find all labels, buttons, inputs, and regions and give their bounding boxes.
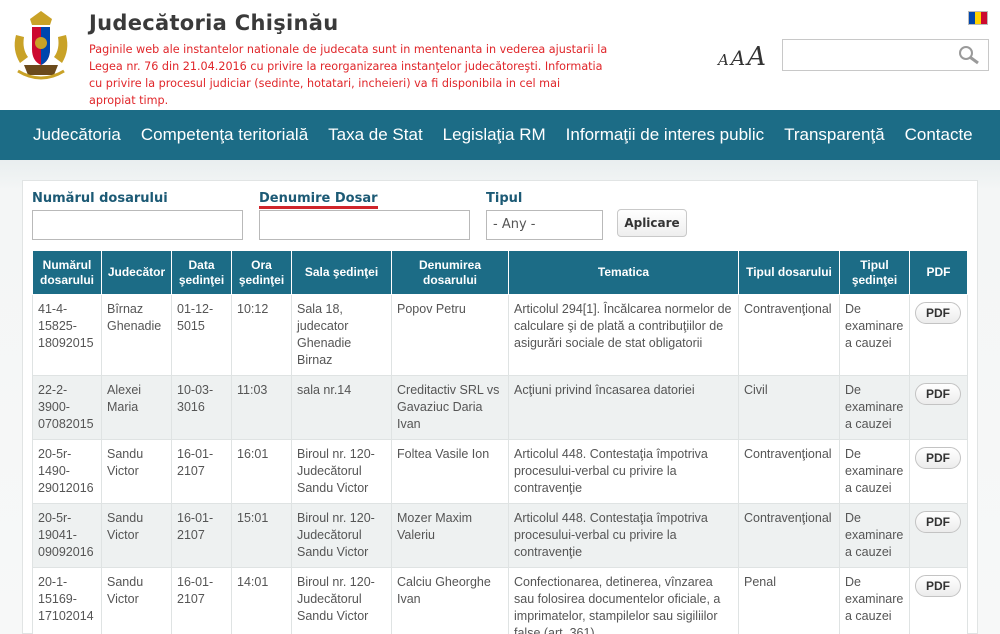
cell-time: 16:01 [231, 439, 292, 504]
cell-time: 10:12 [231, 294, 292, 376]
cell-session-type: De examinare a cauzei [839, 567, 910, 634]
cell-date: 16-01-2107 [171, 567, 232, 634]
table-row: 20-5r-1490-29012016 Sandu Victor 16-01-2… [32, 439, 968, 504]
cell-date: 16-01-2107 [171, 503, 232, 568]
cell-case-number: 22-2-3900-07082015 [32, 375, 102, 440]
cell-case-number: 41-4-15825-18092015 [32, 294, 102, 376]
search-icon[interactable] [958, 45, 980, 65]
table-row: 20-5r-19041-09092016 Sandu Victor 16-01-… [32, 503, 968, 568]
site-title[interactable]: Judecătoria Chişinău [89, 11, 339, 35]
font-size-large-button[interactable]: A [747, 42, 766, 72]
pdf-button[interactable]: PDF [915, 383, 961, 405]
cell-pdf: PDF [909, 567, 968, 634]
coat-of-arms-logo[interactable] [10, 5, 72, 87]
cell-date: 01-12-5015 [171, 294, 232, 376]
cell-topic: Acţiuni privind încasarea datoriei [508, 375, 739, 440]
cell-time: 11:03 [231, 375, 292, 440]
cell-date: 16-01-2107 [171, 439, 232, 504]
cell-pdf: PDF [909, 439, 968, 504]
nav-item-transparenta[interactable]: Transparenţă [784, 125, 884, 145]
nav-item-taxa-de-stat[interactable]: Taxa de Stat [328, 125, 423, 145]
cell-case-name: Creditactiv SRL vs Gavaziuc Daria Ivan [391, 375, 509, 440]
main-navigation: Judecătoria Competenţa teritorială Taxa … [0, 110, 1000, 160]
column-header-case-type[interactable]: Tipul dosarului [738, 250, 840, 295]
cell-room: Biroul nr. 120-Judecătorul Sandu Victor [291, 439, 392, 504]
cell-case-type: Civil [738, 375, 840, 440]
column-header-topic[interactable]: Tematica [508, 250, 739, 295]
pdf-button[interactable]: PDF [915, 302, 961, 324]
cell-case-type: Penal [738, 567, 840, 634]
column-header-judge[interactable]: Judecător [101, 250, 172, 295]
column-header-date[interactable]: Data şedinţei [171, 250, 232, 295]
cell-case-name: Mozer Maxim Valeriu [391, 503, 509, 568]
cell-judge: Bîrnaz Ghenadie [101, 294, 172, 376]
case-number-label: Numărul dosarului [32, 191, 168, 206]
column-header-time[interactable]: Ora şedinţei [231, 250, 292, 295]
cell-session-type: De examinare a cauzei [839, 294, 910, 376]
cell-topic: Articolul 448. Contestaţia împotriva pro… [508, 439, 739, 504]
column-header-room[interactable]: Sala şedinţei [291, 250, 392, 295]
nav-item-judecatoria[interactable]: Judecătoria [33, 125, 121, 145]
cell-judge: Sandu Victor [101, 439, 172, 504]
cell-case-type: Contravenţional [738, 439, 840, 504]
cell-session-type: De examinare a cauzei [839, 375, 910, 440]
cell-case-name: Calciu Gheorghe Ivan [391, 567, 509, 634]
type-select[interactable]: - Any - [486, 210, 603, 240]
column-header-case-number[interactable]: Numărul dosarului [32, 250, 102, 295]
cell-room: Sala 18, judecator Ghenadie Birnaz [291, 294, 392, 376]
cell-date: 10-03-3016 [171, 375, 232, 440]
type-label: Tipul [486, 191, 523, 206]
search-box [782, 39, 989, 71]
font-size-small-button[interactable]: A [718, 51, 729, 69]
cell-case-number: 20-1-15169-17102014 [32, 567, 102, 634]
nav-item-competenta[interactable]: Competenţa teritorială [141, 125, 308, 145]
nav-item-legislatia[interactable]: Legislaţia RM [443, 125, 546, 145]
cell-judge: Alexei Maria [101, 375, 172, 440]
column-header-case-name[interactable]: Denumirea dosarului [391, 250, 509, 295]
font-size-controls: A A A [718, 42, 768, 72]
cell-room: sala nr.14 [291, 375, 392, 440]
maintenance-notice: Paginile web ale instantelor nationale d… [89, 43, 608, 107]
cell-case-type: Contravenţional [738, 294, 840, 376]
cell-judge: Sandu Victor [101, 503, 172, 568]
cell-session-type: De examinare a cauzei [839, 439, 910, 504]
pdf-button[interactable]: PDF [915, 575, 961, 597]
moldova-flag-icon[interactable] [968, 11, 988, 25]
results-table: Numărul dosarului Judecător Data şedinţe… [32, 250, 968, 634]
cell-topic: Articolul 448. Contestaţia împotriva pro… [508, 503, 739, 568]
cell-case-number: 20-5r-19041-09092016 [32, 503, 102, 568]
case-name-label: Denumire Dosar [259, 191, 378, 209]
pdf-button[interactable]: PDF [915, 511, 961, 533]
cell-case-type: Contravenţional [738, 503, 840, 568]
nav-item-contacte[interactable]: Contacte [905, 125, 973, 145]
nav-item-informatii[interactable]: Informaţii de interes public [566, 125, 764, 145]
cell-case-name: Foltea Vasile Ion [391, 439, 509, 504]
cell-judge: Sandu Victor [101, 567, 172, 634]
case-number-input[interactable] [32, 210, 243, 240]
cell-topic: Confectionarea, detinerea, vînzarea sau … [508, 567, 739, 634]
cell-case-name: Popov Petru [391, 294, 509, 376]
cell-pdf: PDF [909, 294, 968, 376]
cell-pdf: PDF [909, 375, 968, 440]
column-header-pdf: PDF [909, 250, 968, 295]
table-row: 20-1-15169-17102014 Sandu Victor 16-01-2… [32, 567, 968, 634]
site-header: Judecătoria Chişinău Paginile web ale in… [0, 0, 1000, 110]
font-size-medium-button[interactable]: A [731, 46, 745, 70]
table-row: 22-2-3900-07082015 Alexei Maria 10-03-30… [32, 375, 968, 440]
cell-case-number: 20-5r-1490-29012016 [32, 439, 102, 504]
pdf-button[interactable]: PDF [915, 447, 961, 469]
column-header-session-type[interactable]: Tipul şedinţei [839, 250, 910, 295]
table-header-row: Numărul dosarului Judecător Data şedinţe… [32, 250, 968, 295]
cell-topic: Articolul 294[1]. Încălcarea normelor de… [508, 294, 739, 376]
cell-room: Biroul nr. 120-Judecătorul Sandu Victor [291, 567, 392, 634]
cell-session-type: De examinare a cauzei [839, 503, 910, 568]
case-name-input[interactable] [259, 210, 470, 240]
cell-pdf: PDF [909, 503, 968, 568]
apply-button[interactable]: Aplicare [617, 209, 687, 237]
search-input[interactable] [783, 40, 953, 70]
table-row: 41-4-15825-18092015 Bîrnaz Ghenadie 01-1… [32, 294, 968, 376]
cell-time: 15:01 [231, 503, 292, 568]
cell-room: Biroul nr. 120-Judecătorul Sandu Victor [291, 503, 392, 568]
cell-time: 14:01 [231, 567, 292, 634]
